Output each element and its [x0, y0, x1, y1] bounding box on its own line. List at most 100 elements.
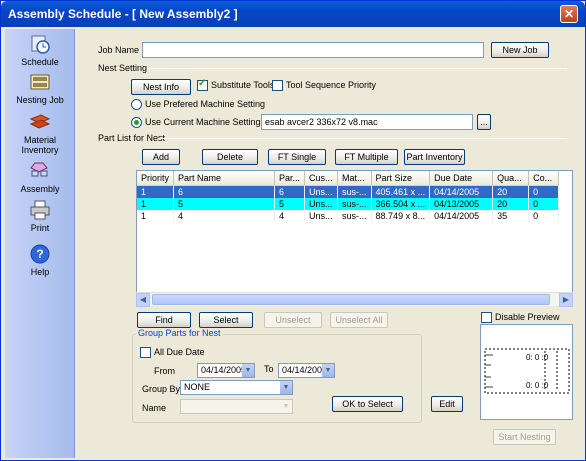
unselect-button[interactable]: Unselect [264, 312, 322, 328]
ft-single-button[interactable]: FT Single [268, 149, 326, 165]
table-cell: 0 [528, 197, 560, 210]
delete-button[interactable]: Delete [202, 149, 258, 165]
divider [159, 138, 567, 139]
sidebar: Schedule Nesting Job Material Inventory [5, 29, 75, 458]
sidebar-item-label: Material Inventory [21, 135, 59, 155]
title-bar[interactable]: Assembly Schedule - [ New Assembly2 ] ✕ [1, 1, 585, 27]
table-cell: 5 [274, 197, 306, 210]
sidebar-item-nesting-job[interactable]: Nesting Job [5, 71, 75, 105]
table-cell: sus-... [337, 197, 372, 210]
group-by-label: Group By [142, 384, 181, 394]
name-select[interactable]: ▼ [180, 399, 293, 414]
sidebar-item-schedule[interactable]: Schedule [5, 33, 75, 67]
edit-button[interactable]: Edit [431, 396, 463, 412]
table-cell: 1 [137, 197, 175, 210]
column-header[interactable]: Due Date [429, 171, 494, 186]
sidebar-item-label: Help [30, 267, 50, 277]
table-cell: 0 [528, 185, 560, 198]
table-cell: 5 [173, 197, 276, 210]
table-cell: 6 [274, 185, 306, 198]
table-cell: Uns... [304, 209, 339, 222]
keyboard-icon [30, 74, 50, 90]
table-cell: 88.749 x 8... [371, 209, 431, 222]
current-machine-radio[interactable] [131, 117, 142, 128]
to-date-value: 04/14/2005 [282, 365, 328, 375]
table-cell: 405.461 x ... [371, 185, 431, 198]
unselect-all-button[interactable]: Unselect All [330, 312, 388, 328]
printer-icon [30, 200, 50, 220]
nest-preview-panel: 0: 0 :0 0: 0 :0 [480, 324, 573, 420]
to-label: To [264, 364, 274, 374]
substitute-tools-checkbox[interactable] [197, 78, 208, 91]
close-button[interactable]: ✕ [560, 5, 578, 23]
select-button[interactable]: Select [199, 312, 253, 328]
from-date-value: 04/14/2005 [201, 365, 247, 375]
part-inventory-button[interactable]: Part Inventory [404, 149, 465, 165]
table-cell: 0 [528, 209, 560, 222]
assembly-icon [30, 162, 48, 177]
tool-sequence-checkbox[interactable] [272, 80, 283, 91]
find-button[interactable]: Find [137, 312, 191, 328]
column-header[interactable]: Par... [274, 171, 306, 186]
part-list-table[interactable]: Priority Part Name Par... Cus... Mat... … [136, 170, 573, 306]
column-header[interactable]: Part Name [173, 171, 276, 186]
horizontal-scrollbar[interactable]: ◀ ▶ [136, 292, 573, 307]
job-name-input[interactable] [142, 42, 484, 58]
add-button[interactable]: Add [142, 149, 180, 165]
column-header[interactable]: Mat... [337, 171, 372, 186]
window-title: Assembly Schedule - [ New Assembly2 ] [8, 7, 238, 21]
sidebar-item-label: Schedule [21, 57, 59, 67]
machine-file-input[interactable]: esab avcer2 336x72 v8.mac [261, 114, 473, 130]
sidebar-item-help[interactable]: ? Help [5, 243, 75, 277]
table-row[interactable]: 1 5 5 Uns... sus-... 366.504 x ... 04/13… [137, 197, 560, 210]
column-header[interactable]: Cus... [304, 171, 339, 186]
disable-preview-checkbox[interactable] [481, 312, 492, 323]
scroll-right-icon[interactable]: ▶ [559, 293, 573, 307]
group-by-value: NONE [184, 382, 211, 392]
table-row[interactable]: 1 6 6 Uns... sus-... 405.461 x ... 04/14… [137, 185, 560, 198]
from-date-picker[interactable]: 04/14/2005 ▼ [197, 363, 255, 378]
current-machine-label: Use Current Machine Setting [145, 117, 261, 127]
scroll-thumb[interactable] [152, 294, 550, 305]
all-due-date-checkbox[interactable] [140, 347, 151, 358]
table-header-row: Priority Part Name Par... Cus... Mat... … [137, 171, 560, 186]
column-header[interactable]: Co... [528, 171, 560, 186]
browse-button[interactable]: ... [477, 114, 491, 130]
table-cell: 1 [137, 185, 175, 198]
table-cell: 04/14/2005 [429, 185, 494, 198]
chevron-down-icon[interactable]: ▼ [242, 364, 254, 377]
to-date-picker[interactable]: 04/14/2005 ▼ [278, 363, 335, 378]
column-header[interactable]: Qua... [492, 171, 530, 186]
new-job-button[interactable]: New Job [491, 42, 549, 58]
table-row[interactable]: 1 4 4 Uns... sus-... 88.749 x 8... 04/14… [137, 209, 560, 222]
help-icon: ? [30, 244, 50, 264]
table-cell: 20 [492, 185, 530, 198]
start-nesting-button[interactable]: Start Nesting [493, 429, 556, 445]
main-content: Job Name New Job Nest Setting Nest Info … [79, 29, 583, 458]
material-stack-icon [29, 114, 51, 129]
nest-preview-drawing: 0: 0 :0 0: 0 :0 [484, 348, 570, 394]
scroll-left-icon[interactable]: ◀ [136, 293, 150, 307]
table-cell: 4 [274, 209, 306, 222]
clock-icon [31, 35, 50, 54]
ok-to-select-button[interactable]: OK to Select [332, 396, 403, 412]
chevron-down-icon[interactable]: ▼ [280, 381, 292, 394]
sidebar-item-assembly[interactable]: Assembly [5, 160, 75, 194]
column-header[interactable]: Priority [137, 171, 175, 186]
chevron-down-icon[interactable]: ▼ [280, 400, 292, 413]
nest-info-button[interactable]: Nest Info [131, 79, 191, 95]
group-by-select[interactable]: NONE ▼ [180, 380, 293, 395]
table-cell: 04/14/2005 [429, 209, 494, 222]
job-name-label: Job Name [98, 45, 140, 55]
chevron-down-icon[interactable]: ▼ [322, 364, 334, 377]
preferred-machine-radio[interactable] [131, 99, 142, 110]
all-due-date-label: All Due Date [154, 347, 205, 357]
substitute-tools-label: Substitute Tools [211, 80, 275, 90]
column-header[interactable]: Part Size [371, 171, 431, 186]
sidebar-item-label: Nesting Job [16, 95, 64, 105]
sidebar-item-material-inventory[interactable]: Material Inventory [5, 111, 75, 155]
ft-multiple-button[interactable]: FT Multiple [335, 149, 398, 165]
preferred-machine-label: Use Prefered Machine Setting [145, 99, 266, 109]
table-cell: sus-... [337, 185, 372, 198]
sidebar-item-print[interactable]: Print [5, 199, 75, 233]
